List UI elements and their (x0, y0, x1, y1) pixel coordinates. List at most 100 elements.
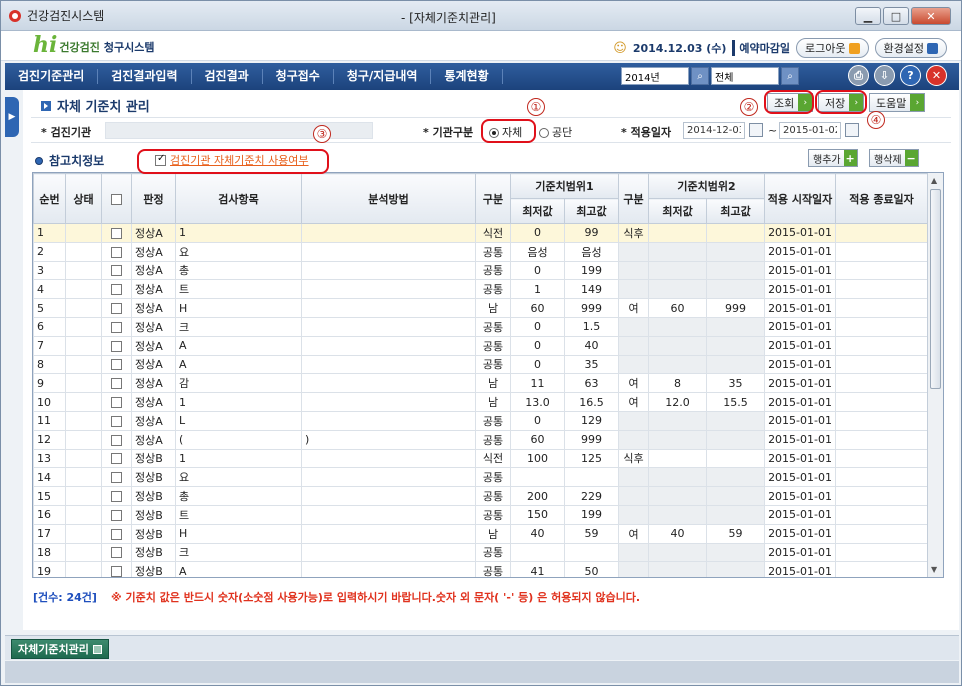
cell-status[interactable] (65, 561, 102, 577)
cell-max2[interactable] (706, 260, 766, 281)
cell-gender2[interactable] (618, 561, 650, 577)
cell-min2[interactable] (648, 429, 708, 450)
cell-stage[interactable]: 정상A (131, 279, 176, 300)
cell-status[interactable] (65, 486, 102, 506)
cell-check[interactable] (101, 373, 132, 394)
row-checkbox[interactable] (111, 509, 122, 521)
table-row[interactable]: 13 정상B 1 식전 100 125 식후 2015-01-01 (33, 448, 929, 469)
cell-max1[interactable]: 59 (563, 523, 620, 544)
cell-max2[interactable] (706, 223, 766, 243)
cell-gender1[interactable]: 공통 (475, 279, 511, 300)
cell-check[interactable] (101, 316, 132, 337)
cell-status[interactable] (65, 279, 102, 300)
cell-min1[interactable]: 150 (510, 504, 565, 525)
calendar-icon[interactable] (845, 123, 859, 137)
cell-status[interactable] (65, 542, 102, 563)
cell-gender1[interactable]: 공통 (475, 542, 511, 563)
cell-end[interactable] (835, 373, 929, 394)
cell-gender1[interactable]: 공통 (475, 467, 511, 488)
cell-stage[interactable]: 정상A (131, 223, 176, 243)
cell-method[interactable] (301, 523, 476, 544)
row-checkbox[interactable] (111, 434, 122, 446)
cell-max2[interactable]: 59 (706, 523, 766, 544)
download-icon[interactable]: ⇩ (874, 65, 895, 86)
print-icon[interactable]: ⎙ (848, 65, 869, 86)
cell-end[interactable] (835, 410, 929, 431)
scope-search-icon[interactable]: ⌕ (781, 67, 799, 85)
table-row[interactable]: 8 정상A A 공통 0 35 2015-01-01 (33, 354, 929, 375)
cell-gender1[interactable]: 공통 (475, 335, 511, 356)
cell-min2[interactable] (648, 448, 708, 469)
cell-end[interactable] (835, 467, 929, 488)
table-row[interactable]: 6 정상A 크 공통 0 1.5 2015-01-01 (33, 316, 929, 337)
cell-stage[interactable]: 정상B (131, 561, 176, 577)
cell-stage[interactable]: 정상B (131, 542, 176, 563)
cell-method[interactable] (301, 392, 476, 412)
cell-method[interactable] (301, 260, 476, 281)
cell-min1[interactable]: 0 (510, 260, 565, 281)
cell-stage[interactable]: 정상A (131, 429, 176, 450)
cell-min2[interactable]: 12.0 (648, 392, 708, 412)
cell-item[interactable]: A (175, 561, 302, 577)
cell-stage[interactable]: 정상A (131, 316, 176, 337)
cell-gender1[interactable]: 공통 (475, 241, 511, 262)
cell-stage[interactable]: 정상B (131, 504, 176, 525)
exit-icon[interactable]: ✕ (926, 65, 947, 86)
cell-check[interactable] (101, 542, 132, 563)
cell-no[interactable]: 1 (33, 223, 66, 243)
cell-max1[interactable]: 999 (563, 298, 620, 318)
close-button[interactable]: ✕ (911, 7, 951, 25)
cell-gender2[interactable]: 식후 (618, 448, 650, 469)
cell-status[interactable] (65, 523, 102, 544)
cell-method[interactable] (301, 373, 476, 394)
cell-end[interactable] (835, 260, 929, 281)
cell-min1[interactable]: 음성 (510, 241, 565, 262)
cell-min1[interactable]: 100 (510, 448, 565, 469)
cell-max2[interactable] (706, 410, 766, 431)
cell-stage[interactable]: 정상A (131, 335, 176, 356)
cell-gender1[interactable]: 식전 (475, 223, 511, 243)
cell-start[interactable]: 2015-01-01 (764, 316, 837, 337)
cell-end[interactable] (835, 561, 929, 577)
cell-end[interactable] (835, 335, 929, 356)
cell-gender1[interactable]: 남 (475, 392, 511, 412)
cell-no[interactable]: 17 (33, 523, 66, 544)
cell-no[interactable]: 9 (33, 373, 66, 394)
cell-start[interactable]: 2015-01-01 (764, 354, 837, 375)
table-row[interactable]: 12 정상A() 공통 60 999 2015-01-01 (33, 429, 929, 450)
cell-max2[interactable] (706, 241, 766, 262)
cell-start[interactable]: 2015-01-01 (764, 542, 837, 563)
cell-gender2[interactable] (618, 410, 650, 431)
cell-max1[interactable]: 229 (563, 486, 620, 506)
reservation-deadline[interactable]: 예약마감일 (732, 40, 790, 56)
cell-status[interactable] (65, 241, 102, 262)
cell-start[interactable]: 2015-01-01 (764, 467, 837, 488)
cell-min2[interactable] (648, 241, 708, 262)
cell-max2[interactable] (706, 316, 766, 337)
table-row[interactable]: 3 정상A 총 공통 0 199 2015-01-01 (33, 260, 929, 281)
table-row[interactable]: 14 정상B 요 공통 2015-01-01 (33, 467, 929, 488)
cell-item[interactable]: A (175, 335, 302, 356)
cell-max1[interactable]: 1.5 (563, 316, 620, 337)
cell-min2[interactable] (648, 279, 708, 300)
cell-check[interactable] (101, 335, 132, 356)
cell-check[interactable] (101, 561, 132, 577)
cell-status[interactable] (65, 410, 102, 431)
cell-gender1[interactable]: 공통 (475, 354, 511, 375)
table-row[interactable]: 4 정상A 트 공통 1 149 2015-01-01 (33, 279, 929, 300)
cell-check[interactable] (101, 279, 132, 300)
cell-end[interactable] (835, 448, 929, 469)
cell-stage[interactable]: 정상A (131, 410, 176, 431)
cell-min2[interactable] (648, 561, 708, 577)
cell-status[interactable] (65, 504, 102, 525)
cell-min1[interactable]: 13.0 (510, 392, 565, 412)
cell-gender2[interactable] (618, 335, 650, 356)
cell-gender2[interactable] (618, 316, 650, 337)
cell-gender2[interactable]: 여 (618, 392, 650, 412)
row-checkbox[interactable] (111, 397, 122, 409)
row-checkbox[interactable] (111, 284, 122, 296)
cell-start[interactable]: 2015-01-01 (764, 335, 837, 356)
cell-min1[interactable]: 0 (510, 223, 565, 243)
help-icon[interactable]: ? (900, 65, 921, 86)
cell-min1[interactable]: 0 (510, 410, 565, 431)
